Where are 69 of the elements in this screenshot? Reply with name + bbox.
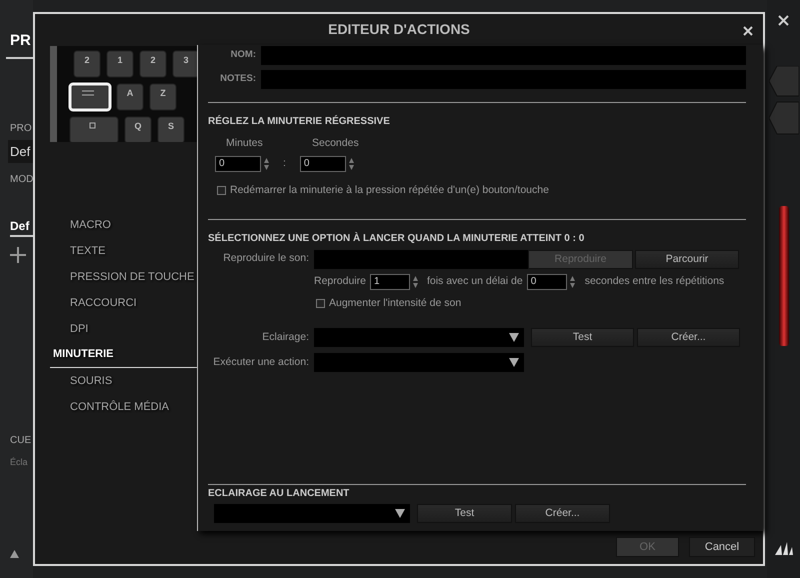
close-icon[interactable] xyxy=(743,26,753,36)
button[interactable]: Cancel xyxy=(689,537,755,557)
add-icon[interactable] xyxy=(10,247,26,263)
section-heading: RÉGLEZ LA MINUTERIE RÉGRESSIVE xyxy=(208,114,390,129)
seconds-label: Secondes xyxy=(312,136,359,151)
caret-icon[interactable] xyxy=(509,333,519,342)
button[interactable]: Créer... xyxy=(515,504,610,523)
field-label: Exécuter une action: xyxy=(212,354,309,370)
keycap[interactable]: Q xyxy=(124,116,152,142)
delay-label: fois avec un délai de xyxy=(426,274,523,289)
close-icon[interactable] xyxy=(778,15,789,26)
field-label: NOM: xyxy=(230,48,256,62)
field-label: NOTES: xyxy=(219,72,256,86)
checkbox-label: Redémarrer la minuterie à la pression répétée d'un(e) bouton/touche xyxy=(230,182,549,198)
menu-item[interactable]: TEXTE xyxy=(50,238,197,264)
spinner-arrows-icon[interactable] xyxy=(348,158,354,170)
input-field[interactable] xyxy=(261,46,746,65)
dialog-title: EDITEUR D'ACTIONS xyxy=(328,20,470,39)
dropdown-field[interactable] xyxy=(314,353,524,372)
number-field[interactable]: 0 xyxy=(526,274,567,290)
keycap[interactable]: 1 xyxy=(106,50,134,78)
dropdown-field[interactable] xyxy=(314,328,524,348)
button[interactable]: Parcourir xyxy=(635,250,739,268)
cue-value: Écla xyxy=(10,456,29,469)
repeat-label: Reproduire xyxy=(314,274,366,289)
number-field[interactable]: 0 xyxy=(300,156,346,172)
hexagon-pattern-drawing xyxy=(768,66,798,136)
dropdown-field[interactable] xyxy=(214,504,410,523)
delay-suffix: secondes entre les répétitions xyxy=(584,274,724,289)
number-field[interactable]: 0 xyxy=(215,156,261,172)
button[interactable]: Test xyxy=(531,328,634,348)
field-label: Eclairage: xyxy=(261,330,309,345)
menu-item[interactable]: RACCOURCI xyxy=(50,290,197,316)
mode-label: MOD xyxy=(10,173,33,187)
button[interactable]: Créer... xyxy=(637,328,740,348)
section-heading: SÉLECTIONNEZ UNE OPTION À LANCER QUAND LA MINUTERIE ATTEINT 0 : 0 xyxy=(208,231,584,246)
input-field[interactable] xyxy=(261,70,746,89)
menu-item[interactable]: DPI xyxy=(50,316,197,342)
keycap[interactable]: 3 xyxy=(172,50,197,78)
menu-item[interactable]: MACRO xyxy=(50,212,197,238)
keycap[interactable]: S xyxy=(158,116,184,142)
number-field[interactable]: 1 xyxy=(370,274,410,290)
section-heading: ECLAIRAGE AU LANCEMENT xyxy=(208,487,350,501)
sound-file-field[interactable] xyxy=(314,250,528,268)
checkbox[interactable] xyxy=(316,298,325,308)
menu-item[interactable]: PRESSION DE TOUCHE xyxy=(50,264,197,290)
button[interactable]: Test xyxy=(417,504,512,523)
checkbox-label: Augmenter l'intensité de son xyxy=(329,296,462,310)
field-label: Reproduire le son: xyxy=(222,251,309,266)
menu-item[interactable]: CONTRÔLE MÉDIA xyxy=(50,394,197,420)
minutes-label: Minutes xyxy=(226,136,264,151)
scroll-up-icon[interactable] xyxy=(10,550,19,558)
profile-value: Def xyxy=(8,140,33,163)
menu-item[interactable]: MINUTERIE xyxy=(50,342,197,368)
cue-label: CUE xyxy=(10,434,32,448)
spinner-arrows-icon[interactable] xyxy=(570,276,575,288)
profile-label: PRO xyxy=(10,122,33,136)
keycap[interactable]: 2 xyxy=(140,50,166,78)
sails-logo-icon xyxy=(774,541,792,555)
spinner-arrows-icon[interactable] xyxy=(412,276,418,288)
menu-item[interactable]: SOURIS xyxy=(50,368,197,394)
keycap[interactable]: 2 xyxy=(74,50,100,78)
spinner-arrows-icon[interactable] xyxy=(264,158,269,170)
checkbox[interactable] xyxy=(217,186,226,196)
keycap[interactable]: A xyxy=(116,84,144,110)
keycap[interactable]: Z xyxy=(150,84,176,110)
time-separator: : xyxy=(283,156,286,171)
caret-icon[interactable] xyxy=(509,358,519,368)
caret-icon[interactable] xyxy=(395,509,405,518)
